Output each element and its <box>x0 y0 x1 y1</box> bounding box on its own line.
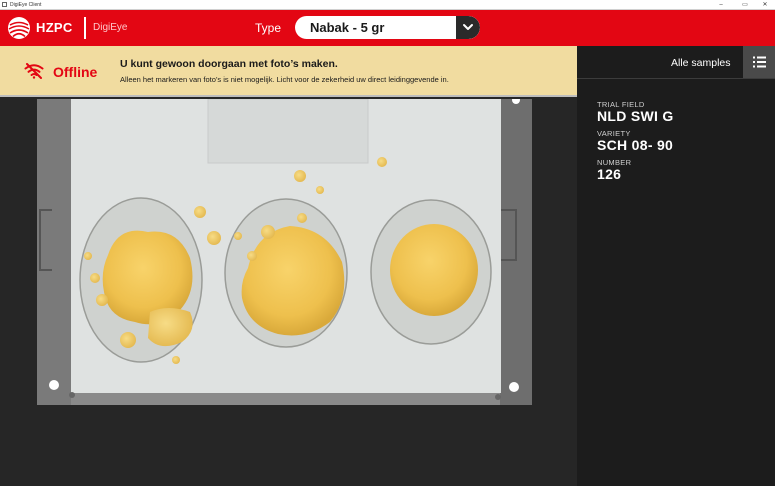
all-samples-link[interactable]: Alle samples <box>671 56 731 70</box>
hzpc-globe-icon <box>8 17 30 39</box>
variety-value: SCH 08- 90 <box>597 137 674 153</box>
offline-banner: Offline U kunt gewoon doorgaan met foto’… <box>0 46 577 97</box>
app-icon <box>2 2 7 7</box>
type-label: Type <box>255 21 282 35</box>
panel-divider <box>577 78 775 79</box>
all-samples-button[interactable] <box>743 46 775 78</box>
type-dropdown-value: Nabak - 5 gr <box>310 20 385 35</box>
brand-logo-text: HZPC <box>36 20 73 35</box>
banner-subtitle: Alleen het markeren van foto’s is niet m… <box>120 75 449 84</box>
sample-photo <box>37 99 532 405</box>
wifi-off-icon <box>24 63 44 79</box>
logo-separator <box>84 17 86 39</box>
window-title: DigiEye Client <box>10 2 42 8</box>
offline-status: Offline <box>53 64 98 80</box>
number-value: 126 <box>597 166 622 182</box>
maximize-button[interactable]: ▭ <box>735 0 755 10</box>
photo-viewport[interactable] <box>0 99 577 486</box>
close-button[interactable]: ✕ <box>755 0 775 10</box>
chevron-down-icon[interactable] <box>456 16 480 39</box>
banner-title: U kunt gewoon doorgaan met foto’s maken. <box>120 58 338 70</box>
list-icon <box>753 56 766 68</box>
app-name: DigiEye <box>93 22 128 33</box>
type-dropdown[interactable]: Nabak - 5 gr <box>295 16 480 39</box>
window-titlebar: DigiEye Client – ▭ ✕ <box>0 0 775 10</box>
minimize-button[interactable]: – <box>711 0 731 10</box>
app-header: HZPC DigiEye Type Nabak - 5 gr <box>0 10 775 46</box>
trial-field-value: NLD SWI G <box>597 108 674 124</box>
sample-panel: Alle samples TRIAL FIELD NLD SWI G VARIE… <box>577 46 775 486</box>
